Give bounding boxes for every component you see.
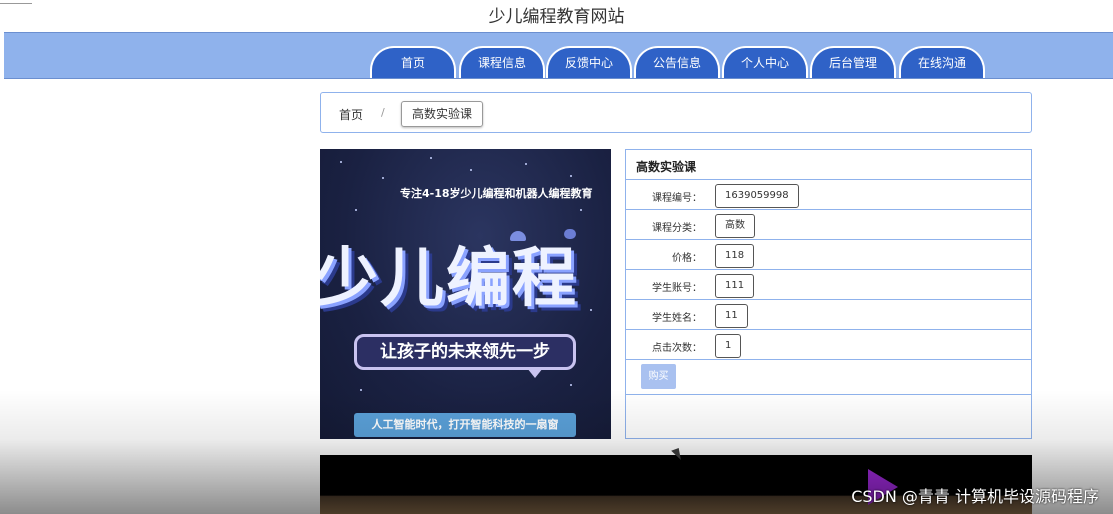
price-value: 118 bbox=[715, 244, 755, 268]
watermark: CSDN @青青 计算机毕设源码程序 bbox=[851, 487, 1099, 506]
nav-tab-feedback[interactable]: 反馈中心 bbox=[546, 46, 632, 78]
category-value: 高数 bbox=[715, 214, 755, 238]
detail-row-student-account: 学生账号： 111 bbox=[626, 269, 1031, 300]
course-title: 高数实验课 bbox=[636, 160, 697, 174]
nav-tab-admin[interactable]: 后台管理 bbox=[810, 46, 896, 78]
nav-tab-chat[interactable]: 在线沟通 bbox=[899, 46, 985, 78]
clicks-label: 点击次数： bbox=[652, 343, 702, 354]
nav-tab-home[interactable]: 首页 bbox=[370, 46, 456, 78]
breadcrumb-current: 高数实验课 bbox=[401, 101, 484, 127]
breadcrumb: 首页 / 高数实验课 bbox=[320, 92, 1032, 133]
banner-footer: 人工智能时代，打开智能科技的一扇窗 bbox=[354, 413, 576, 437]
detail-row-course-id: 课程编号： 1639059998 bbox=[626, 179, 1031, 210]
student-account-label: 学生账号： bbox=[652, 283, 702, 294]
student-name-label: 学生姓名： bbox=[652, 313, 702, 324]
clicks-value: 1 bbox=[715, 334, 742, 358]
breadcrumb-home-link[interactable]: 首页 bbox=[339, 106, 363, 123]
category-label: 课程分类： bbox=[652, 223, 702, 234]
breadcrumb-separator: / bbox=[381, 106, 385, 119]
detail-row-clicks: 点击次数： 1 bbox=[626, 329, 1031, 360]
course-id-label: 课程编号： bbox=[652, 193, 702, 204]
price-label: 价格： bbox=[672, 253, 702, 264]
site-title: 少儿编程教育网站 bbox=[488, 7, 625, 27]
main-nav: 首页 课程信息 反馈中心 公告信息 个人中心 后台管理 在线沟通 bbox=[4, 32, 1113, 79]
course-id-value: 1639059998 bbox=[715, 184, 799, 208]
nav-tab-courses[interactable]: 课程信息 bbox=[459, 46, 545, 78]
detail-row-price: 价格： 118 bbox=[626, 239, 1031, 270]
nav-tab-profile[interactable]: 个人中心 bbox=[722, 46, 808, 78]
course-banner-image: 专注4-18岁少儿编程和机器人编程教育 少儿编程 让孩子的未来领先一步 人工智能… bbox=[320, 149, 611, 439]
student-account-value: 111 bbox=[715, 274, 755, 298]
detail-row-category: 课程分类： 高数 bbox=[626, 209, 1031, 240]
course-details-panel: 高数实验课 课程编号： 1639059998 课程分类： 高数 价格： 118 … bbox=[625, 149, 1032, 439]
banner-subtitle: 专注4-18岁少儿编程和机器人编程教育 bbox=[400, 187, 593, 200]
student-name-value: 11 bbox=[715, 304, 748, 328]
buy-button[interactable]: 购买 bbox=[641, 364, 676, 389]
buy-row: 购买 bbox=[626, 359, 1031, 395]
detail-row-student-name: 学生姓名： 11 bbox=[626, 299, 1031, 330]
banner-headline: 少儿编程 bbox=[320, 242, 578, 316]
nav-tab-announcements[interactable]: 公告信息 bbox=[634, 46, 720, 78]
banner-slogan: 让孩子的未来领先一步 bbox=[354, 334, 576, 378]
